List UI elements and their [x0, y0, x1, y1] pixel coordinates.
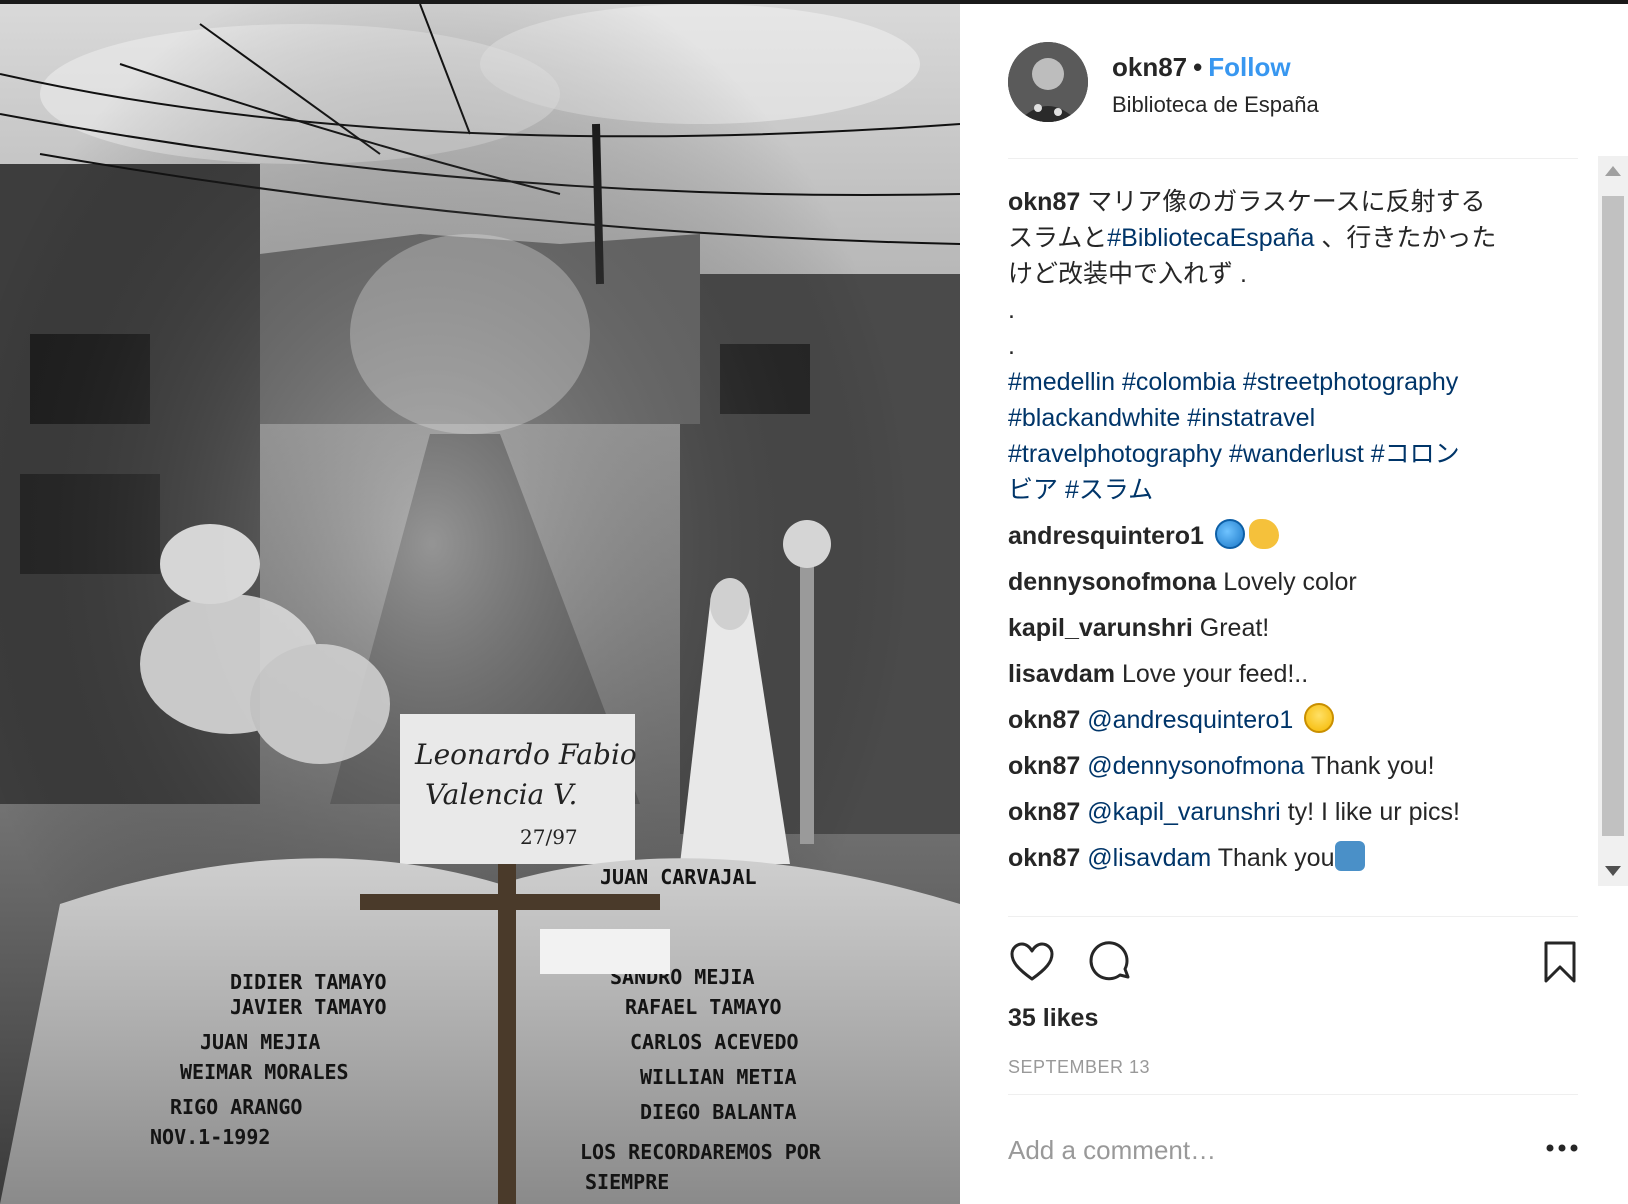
- comment-bubble-icon: [1089, 941, 1130, 981]
- hashtag-link[interactable]: #BibliotecaEspaña: [1107, 224, 1314, 252]
- footer-divider: [1008, 1094, 1578, 1095]
- svg-text:Valencia V.: Valencia V.: [425, 778, 577, 811]
- comment-text: Thank you!: [1310, 752, 1435, 780]
- raising-hands-emoji: [1334, 841, 1365, 871]
- comment-item: okn87 @dennysonofmona Thank you!: [1008, 748, 1568, 784]
- header-user-row: okn87 • Follow: [1112, 52, 1291, 83]
- caption-line-3: けど改装中で入れず .: [1008, 260, 1247, 288]
- svg-text:27/97: 27/97: [520, 825, 578, 849]
- caption-dot-2: .: [1008, 332, 1015, 360]
- mention-link[interactable]: @dennysonofmona: [1087, 752, 1304, 780]
- heart-icon: [1010, 942, 1054, 981]
- hashtags-line-2[interactable]: #blackandwhite #instatravel: [1008, 400, 1568, 436]
- svg-text:WILLIAN METIA: WILLIAN METIA: [640, 1065, 797, 1089]
- svg-text:WEIMAR MORALES: WEIMAR MORALES: [180, 1060, 349, 1084]
- caption-text-1: マリア像のガラスケースに反射する: [1087, 188, 1486, 216]
- grinning-face-emoji: [1304, 703, 1335, 733]
- comments-scrollbar[interactable]: [1598, 156, 1628, 886]
- comment-username-link[interactable]: okn87: [1008, 706, 1080, 734]
- comment-username-link[interactable]: kapil_varunshri: [1008, 614, 1193, 642]
- action-bar: [1008, 939, 1588, 989]
- comment-item: lisavdam Love your feed!..: [1008, 656, 1568, 692]
- hashtags-line-3[interactable]: #travelphotography #wanderlust #コロン: [1008, 436, 1568, 472]
- photo-artwork: Leonardo Fabio Valencia V. 27/97 DIDIER …: [0, 4, 960, 1204]
- comment-item: okn87 @lisavdam Thank you: [1008, 840, 1568, 876]
- caption-text-3: 、行きたかった: [1321, 224, 1497, 252]
- comment-text: ty! I like ur pics!: [1287, 798, 1460, 826]
- follow-button[interactable]: Follow: [1208, 52, 1290, 82]
- comment-username-link[interactable]: dennysonofmona: [1008, 568, 1216, 596]
- add-comment-input[interactable]: [1008, 1130, 1508, 1170]
- separator-dot: •: [1193, 52, 1203, 82]
- post-photo[interactable]: Leonardo Fabio Valencia V. 27/97 DIDIER …: [0, 4, 960, 1204]
- svg-text:SIEMPRE: SIEMPRE: [585, 1170, 669, 1194]
- svg-text:RAFAEL TAMAYO: RAFAEL TAMAYO: [625, 995, 782, 1019]
- caption-username-link[interactable]: okn87: [1008, 188, 1080, 216]
- header-username-link[interactable]: okn87: [1112, 52, 1187, 82]
- hashtags-line-4[interactable]: ビア #スラム: [1008, 472, 1568, 508]
- caption-line-1: okn87 マリア像のガラスケースに反射する: [1008, 184, 1568, 220]
- comment-item: kapil_varunshri Great!: [1008, 610, 1568, 646]
- comment-item: okn87 @andresquintero1: [1008, 702, 1568, 738]
- header-divider: [1008, 158, 1578, 159]
- scroll-down-arrow-icon[interactable]: [1605, 866, 1621, 876]
- comment-username-link[interactable]: okn87: [1008, 752, 1080, 780]
- comment-text: Great!: [1199, 614, 1270, 642]
- comment-item: okn87 @kapil_varunshri ty! I like ur pic…: [1008, 794, 1568, 830]
- likes-count[interactable]: 35 likes: [1008, 1004, 1098, 1033]
- post-header: okn87 • Follow Biblioteca de España: [1008, 40, 1578, 124]
- bookmark-icon: [1544, 941, 1576, 983]
- more-options-icon: [1546, 1144, 1578, 1152]
- caption-line-2: スラムと#BibliotecaEspaña 、行きたかった: [1008, 220, 1568, 256]
- svg-text:Leonardo Fabio: Leonardo Fabio: [414, 738, 637, 771]
- svg-text:DIEGO BALANTA: DIEGO BALANTA: [640, 1100, 797, 1124]
- svg-text:NOV.1-1992: NOV.1-1992: [150, 1125, 270, 1149]
- comment-text: Love your feed!..: [1121, 660, 1309, 688]
- mention-link[interactable]: @kapil_varunshri: [1087, 798, 1281, 826]
- like-button[interactable]: [1008, 939, 1056, 987]
- comment-username-link[interactable]: lisavdam: [1008, 660, 1115, 688]
- mention-link[interactable]: @andresquintero1: [1087, 706, 1293, 734]
- location-link[interactable]: Biblioteca de España: [1112, 92, 1319, 118]
- avatar-image: [1008, 42, 1088, 122]
- mention-link[interactable]: @lisavdam: [1087, 844, 1211, 872]
- scroll-up-arrow-icon[interactable]: [1605, 166, 1621, 176]
- comment-item: andresquintero1: [1008, 518, 1568, 554]
- comment-item: dennysonofmona Lovely color: [1008, 564, 1568, 600]
- caption-dot-1: .: [1008, 296, 1015, 324]
- comment-text: Thank you: [1217, 844, 1335, 872]
- comment-username-link[interactable]: okn87: [1008, 798, 1080, 826]
- comments-list[interactable]: okn87 マリア像のガラスケースに反射する スラムと#BibliotecaEs…: [1008, 184, 1568, 899]
- globe-emoji: [1214, 519, 1245, 549]
- svg-text:JUAN CARVAJAL: JUAN CARVAJAL: [600, 865, 757, 889]
- post-side-panel: okn87 • Follow Biblioteca de España okn87 …: [960, 4, 1628, 1204]
- comment-username-link[interactable]: andresquintero1: [1008, 522, 1204, 550]
- svg-text:RIGO ARANGO: RIGO ARANGO: [170, 1095, 302, 1119]
- hashtags-line-1[interactable]: #medellin #colombia #streetphotography: [1008, 364, 1568, 400]
- comments-divider: [1008, 916, 1578, 917]
- svg-text:JUAN MEJIA: JUAN MEJIA: [200, 1030, 320, 1054]
- flexed-biceps-emoji: [1248, 519, 1279, 549]
- comment-text: Lovely color: [1223, 568, 1357, 596]
- caption-text-2: スラムと: [1008, 224, 1108, 252]
- more-options-button[interactable]: [1544, 1136, 1580, 1160]
- post-date: SEPTEMBER 13: [1008, 1057, 1151, 1077]
- scrollbar-thumb[interactable]: [1602, 196, 1624, 836]
- svg-text:DIDIER TAMAYO: DIDIER TAMAYO: [230, 970, 387, 994]
- save-button[interactable]: [1536, 939, 1584, 987]
- svg-text:CARLOS ACEVEDO: CARLOS ACEVEDO: [630, 1030, 799, 1054]
- svg-text:LOS RECORDAREMOS POR: LOS RECORDAREMOS POR: [580, 1140, 822, 1164]
- comment-button[interactable]: [1086, 939, 1134, 987]
- caption: okn87 マリア像のガラスケースに反射する スラムと#BibliotecaEs…: [1008, 184, 1568, 508]
- comment-username-link[interactable]: okn87: [1008, 844, 1080, 872]
- svg-text:JAVIER TAMAYO: JAVIER TAMAYO: [230, 995, 387, 1019]
- user-avatar[interactable]: [1008, 42, 1088, 122]
